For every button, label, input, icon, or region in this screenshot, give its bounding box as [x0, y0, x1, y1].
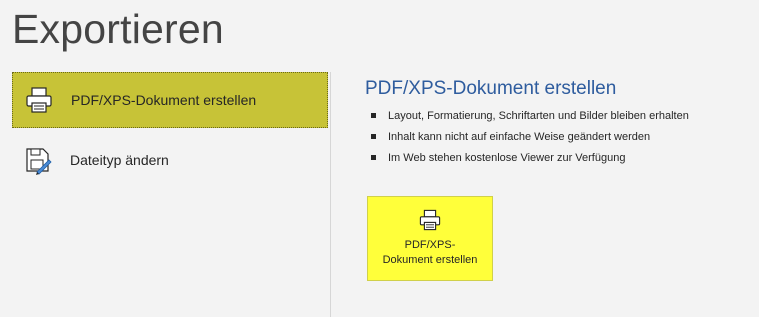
- create-button-label: PDF/XPS- Dokument erstellen: [382, 239, 478, 266]
- list-item: Im Web stehen kostenlose Viewer zur Verf…: [371, 151, 689, 172]
- create-pdf-xps-button[interactable]: PDF/XPS- Dokument erstellen: [367, 196, 493, 281]
- sidebar-item-create-pdf-xps[interactable]: PDF/XPS-Dokument erstellen: [12, 72, 328, 128]
- list-item-text: Layout, Formatierung, Schriftarten und B…: [388, 110, 689, 122]
- sidebar-item-change-file-type[interactable]: Dateityp ändern: [12, 132, 328, 188]
- list-item: Layout, Formatierung, Schriftarten und B…: [371, 109, 689, 130]
- change-file-type-icon: [20, 142, 56, 178]
- printer-document-icon: [417, 207, 443, 233]
- feature-list: Layout, Formatierung, Schriftarten und B…: [371, 109, 689, 172]
- printer-document-icon: [21, 82, 57, 118]
- bullet-icon: [371, 113, 376, 118]
- list-item-text: Inhalt kann nicht auf einfache Weise geä…: [388, 131, 651, 143]
- bullet-icon: [371, 155, 376, 160]
- sidebar-item-label: PDF/XPS-Dokument erstellen: [71, 92, 257, 108]
- section-heading: PDF/XPS-Dokument erstellen: [365, 78, 617, 99]
- list-item: Inhalt kann nicht auf einfache Weise geä…: [371, 130, 689, 151]
- export-options-sidebar: PDF/XPS-Dokument erstellen Dateityp ände…: [0, 72, 331, 317]
- list-item-text: Im Web stehen kostenlose Viewer zur Verf…: [388, 152, 626, 164]
- bullet-icon: [371, 134, 376, 139]
- sidebar-item-label: Dateityp ändern: [70, 152, 169, 168]
- export-details-panel: PDF/XPS-Dokument erstellen Layout, Forma…: [331, 72, 759, 317]
- page-title: Exportieren: [12, 6, 224, 52]
